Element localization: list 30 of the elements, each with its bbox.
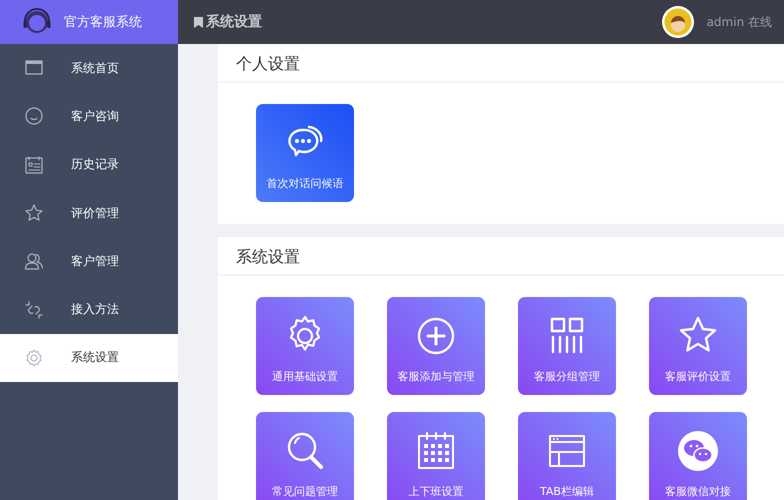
settings-tile[interactable]: 首次对话问候语	[256, 104, 354, 202]
settings-tile[interactable]: 上下班设置	[387, 412, 485, 500]
broken-link-icon	[24, 300, 44, 320]
chat-icon	[676, 429, 720, 473]
brand-title: 官方客服系统	[64, 14, 142, 31]
settings-tile[interactable]: 常见问题管理	[256, 412, 354, 500]
settings-tile[interactable]: 客服微信对接	[649, 412, 747, 500]
settings-tile[interactable]: TAB栏编辑	[518, 412, 616, 500]
card-title: 系统设置	[218, 237, 784, 276]
sidebar-item[interactable]: 客户管理	[0, 237, 178, 286]
sidebar-item[interactable]: 接入方法	[0, 285, 178, 334]
page-title: 系统设置	[206, 13, 263, 31]
calendar-icon	[24, 154, 44, 175]
user-status: admin 在线	[706, 14, 772, 30]
settings-tile[interactable]: 客服评价设置	[649, 297, 747, 395]
settings-tile[interactable]: 客服添加与管理	[387, 297, 485, 395]
users-icon	[24, 251, 44, 272]
sidebar-item[interactable]: 系统首页	[0, 44, 178, 92]
bookmark-icon	[194, 16, 203, 28]
avatar[interactable]	[660, 5, 695, 39]
sidebar-item[interactable]: 客户咨询	[0, 92, 178, 141]
smiley-icon	[24, 106, 44, 126]
settings-tile[interactable]: 客服分组管理	[518, 297, 616, 395]
card-title: 个人设置	[218, 44, 784, 83]
gear-icon	[24, 348, 44, 368]
settings-tile[interactable]: 通用基础设置	[256, 297, 354, 395]
sidebar-item[interactable]: 系统设置	[0, 334, 178, 382]
sidebar-item[interactable]: 评价管理	[0, 188, 178, 238]
sidebar-item[interactable]: 历史记录	[0, 140, 178, 189]
star-icon	[24, 203, 44, 224]
